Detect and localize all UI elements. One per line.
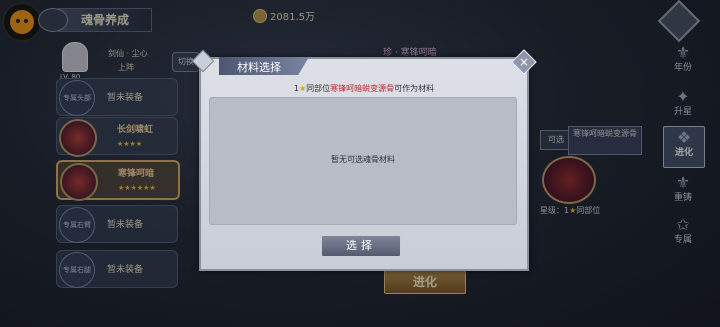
slot-right-leg-label: 暂未装备	[107, 265, 144, 275]
app-logo[interactable]	[2, 2, 42, 42]
select-button[interactable]: 选择	[321, 235, 401, 257]
character-avatar[interactable]	[62, 42, 88, 72]
slot-head-label: 暂未装备	[107, 93, 144, 103]
slot-head[interactable]: 专属头部 暂未装备	[56, 78, 178, 116]
nav-evolve[interactable]: ❖ 进化	[663, 126, 705, 168]
currency-value: 2081.5万	[270, 12, 315, 23]
slot-selected-label: 寒锋呵暗	[118, 169, 155, 179]
material-name-box: 寒锋呵暗蜕变源骨	[568, 126, 642, 155]
exclusive-icon: ✩	[676, 215, 690, 234]
sword-bone-icon	[59, 119, 97, 157]
material-select-dialog: 材料选择 × 1★同部位寒锋呵暗蜕变源骨可作为材料 暂无可选魂骨材料 选择	[191, 49, 537, 271]
page-title: 魂骨养成	[80, 13, 129, 27]
menu-diamond-icon[interactable]	[657, 0, 701, 43]
slot-selected-stars: ★★★★★★	[118, 184, 156, 192]
character-name: 剑仙 · 尘心	[108, 49, 148, 58]
coin-icon	[253, 9, 267, 23]
slot-selected[interactable]: 寒锋呵暗 ★★★★★★	[56, 160, 180, 201]
slot-right-arm-icon: 专属右臂	[59, 207, 95, 243]
hint-item-name: 寒锋呵暗蜕变源骨	[330, 84, 395, 93]
recast-icon: ⚜	[675, 173, 691, 192]
slot-sword-label: 长剑啸虹	[117, 125, 154, 135]
nav-star-up[interactable]: ✦ 升星	[663, 86, 703, 126]
evolve-icon: ❖	[676, 128, 692, 147]
mascot-icon	[10, 10, 34, 34]
nav-year[interactable]: ⚜ 年份	[663, 42, 703, 82]
empty-message: 暂无可选魂骨材料	[331, 155, 395, 164]
star-up-icon: ✦	[676, 87, 690, 106]
dialog-title: 材料选择	[237, 61, 281, 74]
evolve-button[interactable]: 进化	[384, 270, 466, 294]
material-list[interactable]: 暂无可选魂骨材料	[209, 97, 517, 225]
material-slot-icon[interactable]	[542, 156, 596, 204]
character-status: 上阵	[118, 63, 134, 72]
page-title-bar: 魂骨养成	[58, 8, 152, 32]
nav-recast[interactable]: ⚜ 重铸	[663, 172, 703, 212]
slot-right-leg[interactable]: 专属右腿 暂未装备	[56, 250, 178, 288]
back-button[interactable]	[38, 8, 68, 32]
close-icon: ×	[518, 55, 530, 69]
nav-exclusive[interactable]: ✩ 专属	[663, 214, 703, 254]
slot-sword-stars: ★★★★	[117, 140, 143, 148]
close-button[interactable]: ×	[511, 49, 537, 75]
slot-sword[interactable]: 长剑啸虹 ★★★★	[56, 117, 178, 157]
slot-right-arm-label: 暂未装备	[107, 220, 144, 230]
slot-right-leg-icon: 专属右腿	[59, 252, 95, 288]
star-requirement: 星级：1★同部位	[540, 206, 601, 215]
year-icon: ⚜	[675, 43, 691, 62]
slot-head-icon: 专属头部	[59, 80, 95, 116]
material-hint: 1★同部位寒锋呵暗蜕变源骨可作为材料	[293, 84, 435, 93]
blade-bone-icon	[60, 163, 98, 201]
slot-right-arm[interactable]: 专属右臂 暂未装备	[56, 205, 178, 243]
